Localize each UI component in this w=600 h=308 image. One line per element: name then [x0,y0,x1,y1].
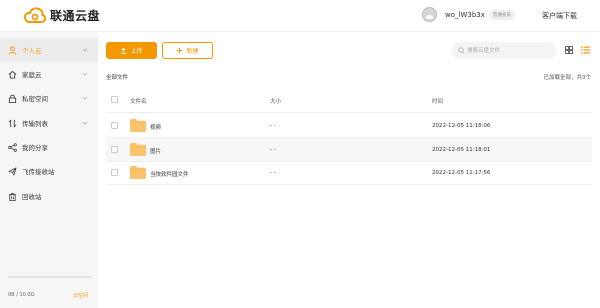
chevron-down-icon[interactable] [82,120,88,126]
upload-button-label: 上传 [130,48,143,55]
new-button-label: 新建 [186,48,199,55]
storage-quota-bar [8,276,92,278]
file-table-header: 文件名 大小 时间 [106,88,592,113]
chevron-down-icon[interactable] [82,71,88,77]
row-checkbox[interactable] [111,122,118,129]
column-header-name[interactable]: 文件名 [130,97,147,105]
sidebar-item-label: 传输列表 [22,120,48,128]
sidebar-item-label: 飞传接收站 [22,168,55,176]
lock-icon [8,94,17,103]
sidebar-item-label: 个人云 [22,47,42,55]
username[interactable]: wo_lW3b3x [445,11,485,19]
avatar[interactable] [422,7,437,22]
sidebar-item-label: 私密空间 [22,95,48,103]
file-name[interactable]: 当快软件园文件 [150,170,189,178]
sidebar-item-private-space[interactable]: 私密空间 [0,86,98,110]
client-download-link[interactable]: 客户端下载 [542,11,577,21]
file-time: 2022-12-05 11:18:01 [432,147,491,153]
file-time: 2022-12-05 11:17:56 [432,170,491,176]
sidebar-item-family-cloud[interactable]: 家庭云 [0,62,98,86]
sidebar-item-label: 家庭云 [22,71,42,79]
new-button[interactable]: 新建 [162,42,213,59]
storage-quota-text: 0B / 10.0G [8,292,35,298]
sidebar-item-transfer-list[interactable]: 传输列表 [0,111,98,135]
sidebar-item-personal-cloud[interactable]: 个人云 [0,38,98,62]
person-icon [8,45,17,55]
file-time: 2022-12-05 11:18:06 [432,123,491,129]
table-row[interactable]: 图片 - - 2022-12-05 11:18:01 [106,138,592,162]
search-input[interactable] [452,42,556,59]
upload-icon [121,47,127,54]
folder-icon [130,166,146,179]
column-header-time[interactable]: 时间 [432,97,443,105]
file-size: - - [270,170,276,176]
folder-icon [130,119,146,132]
list-view-icon[interactable] [581,46,590,54]
loaded-status: 已加载全部，共3个 [543,75,592,81]
row-checkbox[interactable] [111,146,118,153]
column-header-size[interactable]: 大小 [270,97,281,105]
chevron-down-icon[interactable] [82,47,88,53]
logo-text: 联通云盘 [50,9,101,23]
transfer-icon [8,118,17,128]
breadcrumb[interactable]: 全部文件 [106,73,128,81]
select-all-checkbox[interactable] [111,96,118,103]
sidebar-item-label: 我的分享 [22,144,48,152]
member-badge: 普通会员 [488,9,515,20]
sidebar-item-my-shares[interactable]: 我的分享 [0,135,98,159]
home-icon [8,70,17,79]
expand-space-link[interactable]: 云空间 [73,292,88,299]
cloud-logo-icon [24,7,46,23]
sidebar-item-label: 回收站 [22,193,42,201]
file-name[interactable]: 图片 [150,147,161,155]
table-row[interactable]: 视频 - - 2022-12-05 11:18:06 [106,114,592,138]
folder-icon [130,143,146,156]
app-logo[interactable]: 联通云盘 [24,7,100,24]
row-checkbox[interactable] [111,169,118,176]
send-icon [8,166,17,176]
table-row[interactable]: 当快软件园文件 - - 2022-12-05 11:17:56 [106,161,592,185]
plus-icon [177,47,183,54]
file-size: - - [270,123,276,129]
trash-icon [8,192,17,201]
share-icon [8,142,17,152]
sidebar-item-flash-receive[interactable]: 飞传接收站 [0,159,98,183]
search-icon[interactable] [458,47,465,54]
sidebar-item-recycle-bin[interactable]: 回收站 [0,184,98,208]
file-size: - - [270,147,276,153]
chevron-down-icon[interactable] [82,95,88,101]
user-info[interactable]: wo_lW3b3x 普通会员 [422,7,515,22]
top-header: 联通云盘 wo_lW3b3x 普通会员 客户端下载 [0,0,600,32]
sidebar: 个人云 家庭云 私密空间 传输列表 我的分享 飞传接收站 回收站 0B / 10… [0,32,98,308]
upload-button[interactable]: 上传 [106,42,157,59]
file-name[interactable]: 视频 [150,123,161,131]
grid-view-icon[interactable] [565,46,573,54]
